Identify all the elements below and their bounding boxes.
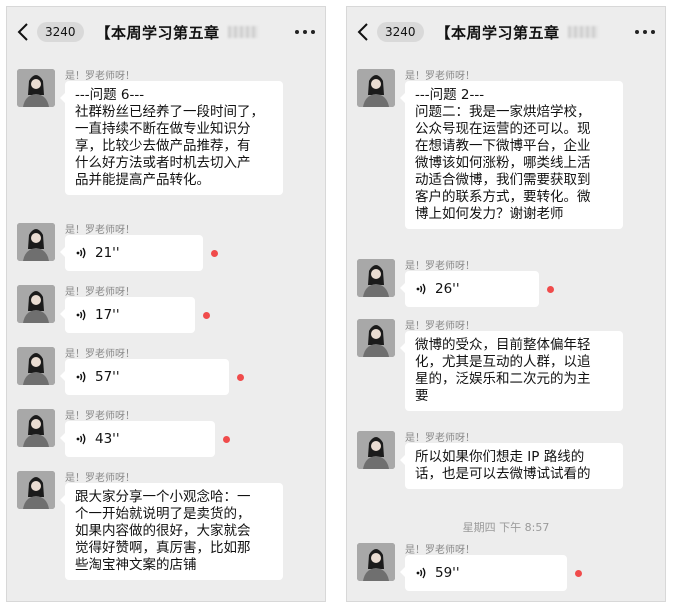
sender-name: 是！罗老师呀！ [65,349,135,360]
voice-wave-icon [75,432,89,446]
voice-wave-icon [75,308,89,322]
unread-count-badge[interactable]: 3240 [377,22,424,42]
sender-name: 是！罗老师呀！ [405,545,475,556]
sender-name: 是！罗老师呀！ [65,411,135,422]
avatar[interactable] [17,69,55,107]
unread-dot [223,436,230,443]
chat-screen-right: 3240 【本周学习第五章 是！罗老师呀！ ---问题 2--- 问题二：我是一… [346,6,666,602]
avatar[interactable] [357,543,395,581]
voice-duration: 17'' [95,306,120,323]
voice-duration: 26'' [435,280,460,297]
text-message-bubble[interactable]: ---问题 6--- 社群粉丝已经养了一段时间了， 一直持续不断在做专业知识分 … [60,81,283,195]
avatar[interactable] [17,409,55,447]
sender-name: 是！罗老师呀！ [405,433,475,444]
blurred-title-suffix [567,25,598,38]
unread-dot [547,286,554,293]
avatar[interactable] [357,431,395,469]
avatar[interactable] [17,285,55,323]
voice-wave-icon [75,246,89,260]
text-message-bubble[interactable]: 所以如果你们想走 IP 路线的 话，也是可以去微博试试看的 [400,443,623,489]
sender-name: 是！罗老师呀！ [65,225,135,236]
sender-name: 是！罗老师呀！ [405,321,475,332]
voice-message-bubble[interactable]: 57'' [60,359,229,395]
chevron-left-icon[interactable] [17,21,33,43]
voice-message-bubble[interactable]: 43'' [60,421,215,457]
avatar[interactable] [17,223,55,261]
voice-message-bubble[interactable]: 21'' [60,235,203,271]
unread-dot [237,374,244,381]
more-dots-icon[interactable] [295,29,315,35]
avatar[interactable] [357,319,395,357]
voice-wave-icon [415,566,429,580]
voice-wave-icon [75,370,89,384]
avatar[interactable] [357,69,395,107]
voice-duration: 43'' [95,430,120,447]
chat-header: 3240 【本周学习第五章 [7,7,325,57]
chat-title: 【本周学习第五章 [436,22,598,43]
avatar[interactable] [357,259,395,297]
sender-name: 是！罗老师呀！ [65,473,135,484]
avatar[interactable] [17,471,55,509]
voice-message-bubble[interactable]: 17'' [60,297,195,333]
chat-screen-left: 3240 【本周学习第五章 是！罗老师呀！ ---问题 6--- 社群粉丝已经养… [6,6,326,602]
voice-wave-icon [415,282,429,296]
voice-message-bubble[interactable]: 59'' [400,555,567,591]
avatar[interactable] [17,347,55,385]
sender-name: 是！罗老师呀！ [65,287,135,298]
chat-timestamp: 星期四 下午 8:57 [462,521,550,534]
more-dots-icon[interactable] [635,29,655,35]
voice-duration: 21'' [95,244,120,261]
chevron-left-icon[interactable] [357,21,373,43]
sender-name: 是！罗老师呀！ [405,71,475,82]
unread-dot [575,570,582,577]
voice-duration: 59'' [435,564,460,581]
voice-message-bubble[interactable]: 26'' [400,271,539,307]
unread-dot [203,312,210,319]
chat-title: 【本周学习第五章 [96,22,258,43]
sender-name: 是！罗老师呀！ [405,261,475,272]
unread-count-badge[interactable]: 3240 [37,22,84,42]
voice-duration: 57'' [95,368,120,385]
unread-dot [211,250,218,257]
text-message-bubble[interactable]: 跟大家分享一个小观念哈：一 个一开始就说明了是卖货的， 如果内容做的很好，大家就… [60,483,283,580]
text-message-bubble[interactable]: ---问题 2--- 问题二：我是一家烘焙学校， 公众号现在运营的还可以。现 在… [400,81,623,229]
sender-name: 是！罗老师呀！ [65,71,135,82]
text-message-bubble[interactable]: 微博的受众，目前整体偏年轻 化，尤其是互动的人群，以追 星的，泛娱乐和二次元的为… [400,331,623,411]
blurred-title-suffix [227,25,258,38]
chat-header: 3240 【本周学习第五章 [347,7,665,57]
